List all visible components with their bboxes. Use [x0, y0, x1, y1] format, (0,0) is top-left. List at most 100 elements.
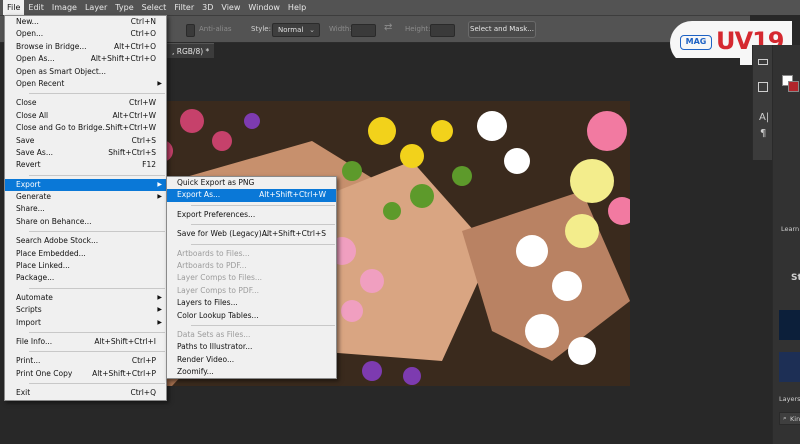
menu-item-label: Export Preferences...	[177, 209, 256, 219]
menu-item-label: Layers to Files...	[177, 298, 238, 308]
menu-window[interactable]: Window	[244, 0, 284, 15]
export-menu-item-zoomify[interactable]: Zoomify...	[167, 366, 336, 378]
menu-item-shortcut: Alt+Shift+Ctrl+S	[261, 229, 326, 239]
menu-image[interactable]: Image	[48, 0, 81, 15]
export-menu-item-export-as[interactable]: Export As... Alt+Shift+Ctrl+W	[167, 189, 336, 202]
height-label: Height:	[405, 25, 431, 33]
chevron-down-icon: ⌄	[309, 26, 315, 34]
file-menu-item-new[interactable]: New... Ctrl+N	[5, 16, 166, 28]
file-menu-item-import[interactable]: Import ▶	[5, 317, 166, 329]
file-menu-item-save[interactable]: Save Ctrl+S	[5, 135, 166, 147]
menu-item-label: Print...	[16, 356, 41, 366]
menu-filter[interactable]: Filter	[170, 0, 198, 15]
menu-help[interactable]: Help	[284, 0, 310, 15]
file-menu-item-scripts[interactable]: Scripts ▶	[5, 304, 166, 316]
menu-item-label: Print One Copy	[16, 368, 73, 378]
file-menu-item-package[interactable]: Package...	[5, 272, 166, 284]
file-menu-item-share-on-behance[interactable]: Share on Behance...	[5, 216, 166, 228]
menu-item-shortcut: Shift+Ctrl+S	[108, 147, 156, 157]
style-label: Style:	[251, 25, 271, 33]
layers-panel-tab[interactable]: Layers	[779, 395, 800, 403]
height-input[interactable]	[430, 24, 455, 37]
paragraph-icon[interactable]: ¶	[760, 128, 766, 139]
file-menu-item-open-recent[interactable]: Open Recent ▶	[5, 78, 166, 90]
file-menu-item-print[interactable]: Print... Ctrl+P	[5, 355, 166, 367]
learn-heading: St	[791, 273, 800, 283]
character-icon[interactable]: A|	[759, 112, 769, 123]
menu-item-label: Color Lookup Tables...	[177, 310, 259, 320]
menu-item-shortcut: Ctrl+S	[131, 135, 156, 145]
export-menu-item-color-lookup-tables[interactable]: Color Lookup Tables...	[167, 310, 336, 322]
menu-item-shortcut: Alt+Shift+Ctrl+P	[92, 368, 156, 378]
menu-view[interactable]: View	[217, 0, 244, 15]
learn-panel-tab[interactable]: Learn	[781, 225, 799, 233]
adjustments-icon[interactable]	[758, 82, 768, 92]
export-menu-item-save-for-web-legacy[interactable]: Save for Web (Legacy)... Alt+Shift+Ctrl+S	[167, 228, 336, 240]
select-and-mask-button[interactable]: Select and Mask...	[468, 21, 536, 38]
menu-item-label: Open as Smart Object...	[16, 66, 106, 76]
file-menu-item-close-and-go-to-bridge[interactable]: Close and Go to Bridge... Shift+Ctrl+W	[5, 122, 166, 134]
file-menu-item-export[interactable]: Export ▶	[5, 178, 166, 192]
menu-3d[interactable]: 3D	[198, 0, 217, 15]
menu-item-label: Search Adobe Stock...	[16, 236, 99, 246]
layers-filter-select[interactable]: ⌕ Kin	[779, 412, 800, 425]
export-menu-item-quick-export-as-png[interactable]: Quick Export as PNG	[167, 177, 336, 189]
menu-separator	[29, 383, 165, 385]
antialias-checkbox[interactable]	[186, 24, 195, 37]
document-tab-title: , RGB/8) *	[172, 47, 210, 56]
file-menu-item-search-adobe-stock[interactable]: Search Adobe Stock...	[5, 235, 166, 247]
file-menu-item-place-embedded[interactable]: Place Embedded...	[5, 248, 166, 260]
menu-item-shortcut: Ctrl+N	[130, 17, 156, 26]
file-menu-item-close-all[interactable]: Close All Alt+Ctrl+W	[5, 110, 166, 122]
menu-item-label: Render Video...	[177, 354, 235, 364]
file-menu-item-open-as[interactable]: Open As... Alt+Shift+Ctrl+O	[5, 53, 166, 65]
file-menu-item-place-linked[interactable]: Place Linked...	[5, 260, 166, 272]
file-menu-item-save-as[interactable]: Save As... Shift+Ctrl+S	[5, 147, 166, 159]
menu-item-label: Save for Web (Legacy)...	[177, 229, 269, 239]
menu-item-label: Artboards to PDF...	[177, 260, 247, 270]
menu-separator	[29, 174, 165, 176]
file-menu-item-generate[interactable]: Generate ▶	[5, 191, 166, 203]
menu-file[interactable]: File	[3, 0, 25, 15]
menu-item-label: Generate	[16, 192, 52, 202]
background-color-swatch[interactable]	[788, 81, 799, 92]
learn-thumbnail[interactable]	[779, 310, 800, 340]
menu-item-label: Share on Behance...	[16, 216, 92, 226]
file-menu-item-automate[interactable]: Automate ▶	[5, 292, 166, 304]
export-menu-item-layers-to-files[interactable]: Layers to Files...	[167, 297, 336, 309]
menu-item-label: Revert	[16, 160, 41, 170]
swap-icon[interactable]: ⇄	[384, 22, 392, 33]
menu-item-label: Open As...	[16, 54, 55, 64]
export-menu-item-layer-comps-to-pdf: Layer Comps to PDF...	[167, 285, 336, 297]
export-menu-item-export-preferences[interactable]: Export Preferences...	[167, 209, 336, 221]
export-menu-item-paths-to-illustrator[interactable]: Paths to Illustrator...	[167, 341, 336, 353]
width-input[interactable]	[351, 24, 376, 37]
file-menu-item-open-as-smart-object[interactable]: Open as Smart Object...	[5, 66, 166, 78]
file-menu: New... Ctrl+N Open... Ctrl+O Browse in Bridg…	[4, 15, 167, 401]
file-menu-item-browse-in-bridge[interactable]: Browse in Bridge... Alt+Ctrl+O	[5, 41, 166, 53]
menu-item-label: Open Recent	[16, 78, 65, 88]
menu-type[interactable]: Type	[111, 0, 137, 15]
menu-item-shortcut: Ctrl+P	[131, 356, 156, 366]
export-menu-item-render-video[interactable]: Render Video...	[167, 354, 336, 366]
menu-layer[interactable]: Layer	[81, 0, 111, 15]
menu-item-label: Paths to Illustrator...	[177, 342, 253, 352]
file-menu-item-print-one-copy[interactable]: Print One Copy Alt+Shift+Ctrl+P	[5, 368, 166, 380]
style-select[interactable]: Normal ⌄	[272, 23, 320, 37]
learn-thumbnail[interactable]	[779, 352, 800, 382]
menu-item-shortcut: Alt+Shift+Ctrl+O	[90, 54, 156, 64]
menu-separator	[29, 331, 165, 333]
file-menu-item-close[interactable]: Close Ctrl+W	[5, 97, 166, 109]
menu-item-label: Layer Comps to PDF...	[177, 285, 259, 295]
file-menu-item-revert[interactable]: Revert F12	[5, 159, 166, 171]
panel-tool-strip: A| ¶	[752, 45, 772, 160]
export-menu-item-artboards-to-files: Artboards to Files...	[167, 248, 336, 260]
export-menu-item-artboards-to-pdf: Artboards to PDF...	[167, 260, 336, 272]
menu-select[interactable]: Select	[138, 0, 171, 15]
layer-comps-icon[interactable]	[758, 59, 768, 65]
file-menu-item-share[interactable]: Share...	[5, 203, 166, 215]
menu-edit[interactable]: Edit	[24, 0, 48, 15]
file-menu-item-exit[interactable]: Exit Ctrl+Q	[5, 387, 166, 399]
file-menu-item-open[interactable]: Open... Ctrl+O	[5, 28, 166, 40]
file-menu-item-file-info[interactable]: File Info... Alt+Shift+Ctrl+I	[5, 336, 166, 348]
